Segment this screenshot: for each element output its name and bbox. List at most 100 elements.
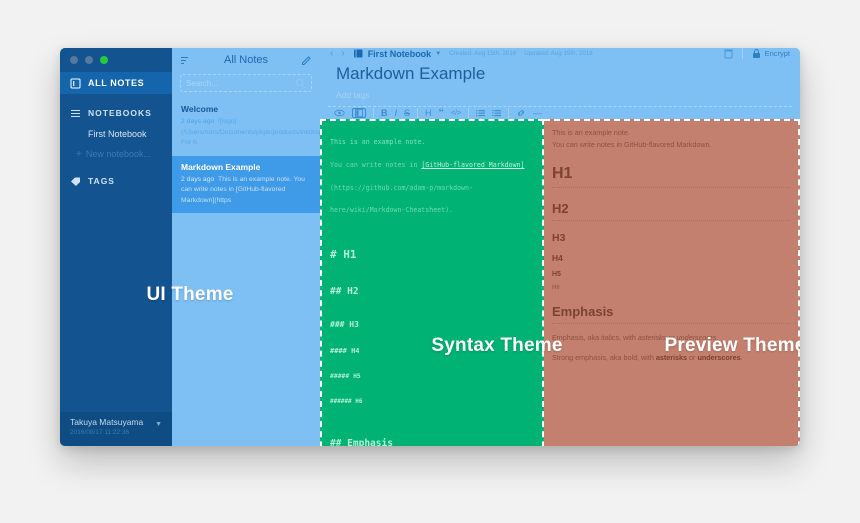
user-account-panel[interactable]: Takuya Matsuyama 2016/08/17 11:22:36 ▼ [60,412,172,446]
link-icon[interactable] [516,109,526,117]
search-icon [295,78,306,89]
user-sync-timestamp: 2016/08/17 11:22:36 [70,429,130,436]
source-emphasis-heading: ## Emphasis [330,437,393,446]
search-placeholder: Search... [186,78,219,88]
sidebar-new-notebook[interactable]: + New notebook... [60,144,172,164]
code-button[interactable]: </> [451,110,461,117]
zoom-button-icon[interactable] [100,56,108,64]
italic-button[interactable]: I [395,108,398,118]
sort-icon[interactable] [180,55,191,66]
sidebar: ALL NOTES NOTEBOOKS First Notebook + New… [60,48,172,446]
note-created-meta: Created: Aug 15th, 2016 [449,50,517,57]
horizontal-rule-button[interactable]: — [533,108,542,118]
user-name: Takuya Matsuyama [70,417,144,427]
back-icon[interactable]: ‹ [330,48,333,59]
trash-icon[interactable] [723,48,734,59]
list-item[interactable]: Markdown Example 2 days ago This is an e… [172,155,320,214]
notebook-icon [353,48,364,59]
preview-emphasis-heading: Emphasis [552,304,790,325]
editor-panel: ‹ › First Notebook ▼ Created: Aug 15th, … [320,48,800,446]
forward-icon[interactable]: › [341,48,344,59]
source-intro-2a: You can write notes in [330,160,422,169]
search-input[interactable]: Search... [180,74,312,92]
sidebar-all-notes-label: ALL NOTES [88,78,145,88]
ordered-list-icon[interactable] [492,109,502,117]
note-excerpt: 2 days ago This is an example note. You … [181,175,311,207]
divider [417,108,419,118]
sidebar-notebook-label: First Notebook [88,129,147,139]
note-timestamp: 2 days ago [181,175,215,183]
note-excerpt: 2 days ago ![logo](/Users/nors/Documents… [181,117,398,149]
editor-header: ‹ › First Notebook ▼ Created: Aug 15th, … [320,48,800,59]
note-updated-meta: Updated: Aug 15th, 2016 [524,50,593,57]
book-icon [70,78,81,89]
sidebar-new-notebook-label: New notebook... [85,149,151,159]
tags-input[interactable]: Add tags [320,86,800,106]
source-h5: ##### H5 [330,371,361,380]
list-item[interactable]: Welcome 2 days ago ![logo](/Users/nors/D… [172,98,398,156]
source-intro-3: (https://github.com/adam-p/markdown- [330,183,473,192]
encrypt-button[interactable]: Encrypt [751,48,790,59]
preview-intro-2: You can write notes in GitHub-flavored M… [552,140,712,150]
split-view-icon[interactable] [352,108,366,118]
divider [741,48,743,59]
source-intro-1: This is an example note. [330,138,426,147]
lock-icon [751,48,762,59]
notebook-name-label: First Notebook [367,48,432,59]
source-h2: ## H2 [330,285,359,297]
divider [508,108,510,118]
close-button-icon[interactable] [70,56,78,64]
divider [468,108,470,118]
traffic-lights [60,48,172,72]
preview-intro-1: This is an example note. [552,128,630,137]
editor-header-actions: Encrypt [723,48,790,59]
markdown-source: This is an example note. You can write n… [322,121,542,446]
syntax-source-pane[interactable]: This is an example note. You can write n… [320,119,544,446]
sidebar-item-all-notes[interactable]: ALL NOTES [60,72,172,94]
sidebar-section-tags[interactable]: TAGS [60,170,172,192]
preview-h5: H5 [552,271,561,279]
preview-pane[interactable]: This is an example note. You can write n… [544,119,800,446]
divider [373,108,374,118]
notebook-selector[interactable]: First Notebook ▼ [353,48,441,59]
overlay-label-ui-theme: UI Theme [146,284,234,305]
source-h4: #### H4 [330,347,360,356]
note-title: Welcome [181,104,219,114]
bold-button[interactable]: B [381,108,388,118]
source-h6: ###### H6 [330,397,363,405]
strikethrough-button[interactable]: S [404,108,410,118]
plus-icon: + [76,148,82,160]
note-timestamp: 2 days ago [181,118,215,125]
source-h3: ### H3 [330,320,359,330]
preview-h1: H1 [552,165,790,189]
sidebar-notebooks-label: NOTEBOOKS [88,108,152,118]
new-note-icon[interactable] [301,55,312,66]
heading-button[interactable]: H [425,108,432,118]
note-list-title: All Notes [223,54,269,66]
preview-eye-icon[interactable] [334,109,345,117]
note-title-input[interactable]: Markdown Example [320,59,800,86]
blockquote-button[interactable]: “ [439,107,445,119]
encrypt-label: Encrypt [764,49,790,58]
source-h1: # H1 [330,248,357,262]
chevron-down-icon: ▼ [435,50,442,57]
unordered-list-icon[interactable] [476,109,486,117]
note-list-panel: All Notes Search... Welcome 2 days ago !… [172,48,398,446]
preview-h4: H4 [552,253,563,264]
minimize-button-icon[interactable] [85,56,93,64]
sidebar-item-first-notebook[interactable]: First Notebook [60,124,172,144]
app-window: ALL NOTES NOTEBOOKS First Notebook + New… [60,48,800,446]
editor-preview-split: This is an example note. You can write n… [320,119,800,446]
chevron-down-icon[interactable]: ▼ [155,421,162,428]
preview-h6: H6 [552,285,560,292]
source-intro-4: here/wiki/Markdown-Cheatsheet). [330,206,454,215]
markdown-preview: This is an example note. You can write n… [544,121,798,370]
tag-icon [70,176,81,187]
source-intro-link: [GitHub-flavored Markdown] [421,160,525,169]
editor-toolbar: B I S H “ </> — [328,106,792,119]
notebooks-icon [70,108,81,119]
overlay-label-preview-theme: Preview Theme [664,335,800,356]
sidebar-tags-label: TAGS [88,176,115,186]
sidebar-section-notebooks[interactable]: NOTEBOOKS [60,102,172,124]
overlay-label-syntax-theme: Syntax Theme [431,335,563,356]
